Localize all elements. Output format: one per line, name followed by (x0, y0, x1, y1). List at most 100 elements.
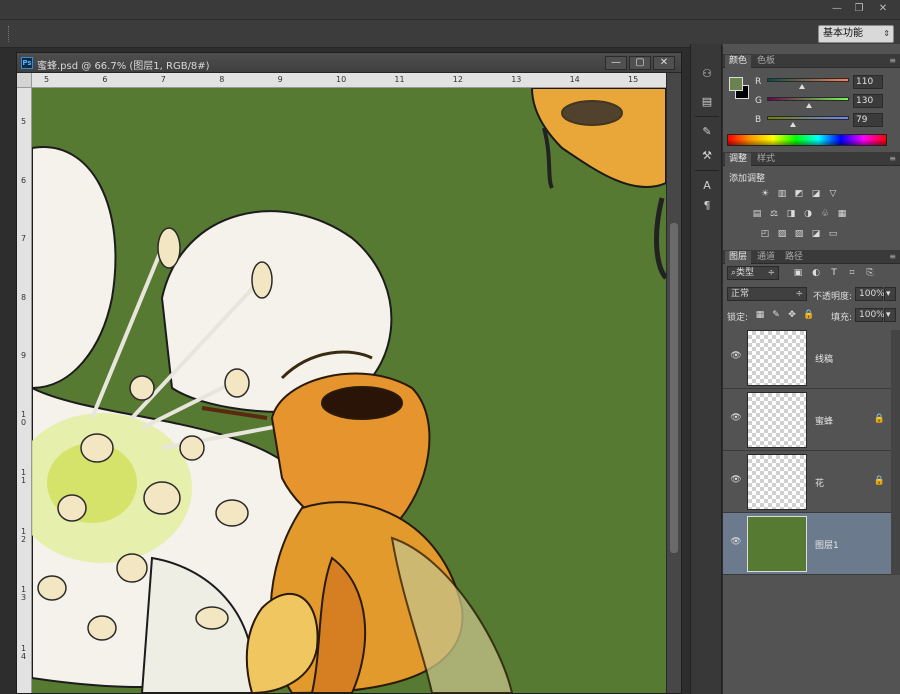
doc-restore-button[interactable]: ▢ (629, 56, 651, 70)
panel-menu-icon[interactable]: ≡ (889, 56, 896, 65)
adjust-panel-tabs: 调整 样式 ≡ (723, 152, 900, 166)
paragraph-icon[interactable]: ¶ (699, 198, 715, 214)
slider-thumb[interactable] (789, 122, 796, 127)
eye-icon[interactable]: 👁 (730, 413, 742, 423)
layer-name[interactable]: 图层1 (815, 538, 839, 551)
doc-minimize-button[interactable]: — (605, 56, 627, 70)
color-lookup-icon[interactable]: ▦ (836, 208, 848, 220)
slider-thumb[interactable] (805, 103, 812, 108)
color-spectrum[interactable] (727, 134, 887, 146)
blend-mode-select[interactable]: 正常 ÷ (727, 287, 807, 301)
channel-slider-r[interactable] (767, 78, 849, 89)
channel-slider-b[interactable] (767, 116, 849, 127)
panel-menu-icon[interactable]: ≡ (889, 252, 896, 261)
scrollbar-thumb[interactable] (670, 223, 678, 553)
layer-name[interactable]: 蜜蜂 (815, 414, 833, 427)
eye-icon[interactable]: 👁 (730, 475, 742, 485)
eye-icon[interactable]: 👁 (730, 537, 742, 547)
layer-list-scrollbar[interactable] (891, 330, 900, 575)
document-title: 蜜蜂.psd @ 66.7% (图层1, RGB/8#) (37, 61, 210, 72)
layer-thumbnail[interactable] (747, 330, 807, 386)
channel-value-b[interactable]: 79 (853, 113, 883, 127)
tab-paths[interactable]: 路径 (781, 251, 807, 264)
fill-dropdown-button[interactable]: ▾ (884, 308, 896, 322)
exposure-icon[interactable]: ◪ (810, 188, 822, 200)
layer-row[interactable]: 👁 蜜蜂 🔒 (723, 389, 891, 451)
gradient-map-icon[interactable]: ◪ (810, 228, 822, 240)
shape-filter-icon[interactable]: ⌗ (847, 268, 857, 278)
tab-channels[interactable]: 通道 (753, 251, 779, 264)
tab-swatches[interactable]: 色板 (753, 55, 779, 68)
hue-saturation-icon[interactable]: ▤ (751, 208, 763, 220)
lock-all-icon[interactable]: 🔒 (803, 310, 814, 320)
channel-slider-g[interactable] (767, 97, 849, 108)
layer-filter-select[interactable]: ⌕类型 ÷ (727, 266, 779, 280)
posterize-icon[interactable]: ▨ (776, 228, 788, 240)
layer-thumbnail[interactable] (747, 392, 807, 448)
channel-mixer-icon[interactable]: ♧ (819, 208, 831, 220)
eye-icon[interactable]: 👁 (730, 351, 742, 361)
foreground-color-swatch[interactable] (729, 77, 743, 91)
opacity-field[interactable]: 100% (855, 287, 885, 301)
layer-name[interactable]: 花 (815, 476, 824, 489)
canvas-vertical-scrollbar[interactable] (666, 73, 681, 693)
black-white-icon[interactable]: ◨ (785, 208, 797, 220)
channel-value-r[interactable]: 110 (853, 75, 883, 89)
smart-object-filter-icon[interactable]: ⎘ (865, 268, 875, 278)
tab-layers[interactable]: 图层 (725, 251, 752, 264)
layer-row[interactable]: 👁 花 🔒 (723, 451, 891, 513)
tab-styles[interactable]: 样式 (753, 153, 779, 166)
brightness-icon[interactable]: ☀ (759, 188, 771, 200)
options-bar-grip[interactable] (8, 26, 10, 42)
layer-row[interactable]: 👁 图层1 (723, 513, 891, 575)
levels-icon[interactable]: ▥ (776, 188, 788, 200)
vibrance-icon[interactable]: ▽ (827, 188, 839, 200)
window-close-button[interactable]: ✕ (872, 2, 894, 16)
pixel-filter-icon[interactable]: ▣ (793, 268, 803, 278)
lock-position-icon[interactable]: ✥ (787, 310, 797, 320)
document-tab[interactable]: Ps 蜜蜂.psd @ 66.7% (图层1, RGB/8#) — ▢ ✕ (17, 53, 681, 73)
history-icon[interactable]: ⚇ (699, 66, 715, 82)
curves-icon[interactable]: ◩ (793, 188, 805, 200)
opacity-dropdown-button[interactable]: ▾ (884, 287, 896, 301)
adjustment-filter-icon[interactable]: ◐ (811, 268, 821, 278)
vertical-ruler[interactable]: 5 6 7 8 9 1 0 1 1 1 2 1 3 1 4 (17, 88, 32, 693)
character-icon[interactable]: A (699, 178, 715, 194)
ruler-v-label: 6 (21, 175, 27, 185)
brush-icon[interactable]: ✎ (699, 124, 715, 140)
workspace-label: 基本功能 (823, 28, 863, 39)
panel-menu-icon[interactable]: ≡ (889, 154, 896, 163)
layer-thumbnail[interactable] (747, 516, 807, 572)
channel-label-r: R (755, 77, 762, 87)
horizontal-ruler[interactable]: 5 6 7 8 9 10 11 12 13 14 15 (32, 73, 666, 88)
selective-color-icon[interactable]: ▭ (827, 228, 839, 240)
window-maximize-button[interactable]: ❐ (848, 2, 870, 16)
fill-field[interactable]: 100% (855, 308, 885, 322)
brush-presets-icon[interactable]: ⚒ (699, 148, 715, 164)
layer-name[interactable]: 线稿 (815, 352, 833, 365)
channel-value-g[interactable]: 130 (853, 94, 883, 108)
lock-transparent-icon[interactable]: ▦ (755, 310, 765, 320)
color-balance-icon[interactable]: ⚖ (768, 208, 780, 220)
layer-thumbnail[interactable] (747, 454, 807, 510)
ruler-h-label: 12 (452, 75, 463, 84)
lock-pixels-icon[interactable]: ✎ (771, 310, 781, 320)
right-panels: 颜色 色板 ≡ R 110 G 130 B 79 调整 样式 ≡ 添加调整 ☀ ▥ ◩ ◪ ▽ ▤ ⚖… (723, 44, 900, 694)
layer-row[interactable]: 👁 线稿 (723, 327, 891, 389)
ruler-h-label: 7 (160, 75, 166, 84)
threshold-icon[interactable]: ▨ (793, 228, 805, 240)
ruler-origin[interactable] (17, 73, 32, 88)
bee-corner (530, 88, 666, 280)
photo-filter-icon[interactable]: ◑ (802, 208, 814, 220)
properties-icon[interactable]: ▤ (699, 94, 715, 110)
tab-adjustments[interactable]: 调整 (725, 153, 752, 166)
type-filter-icon[interactable]: T (829, 268, 839, 278)
doc-close-button[interactable]: ✕ (653, 56, 675, 70)
workspace-select[interactable]: 基本功能 ⇕ (818, 25, 894, 43)
opacity-label: 不透明度: (813, 292, 853, 302)
slider-thumb[interactable] (799, 84, 806, 89)
tab-color[interactable]: 颜色 (725, 55, 752, 68)
window-minimize-button[interactable]: — (826, 2, 848, 16)
canvas[interactable] (32, 88, 666, 693)
invert-icon[interactable]: ◰ (759, 228, 771, 240)
